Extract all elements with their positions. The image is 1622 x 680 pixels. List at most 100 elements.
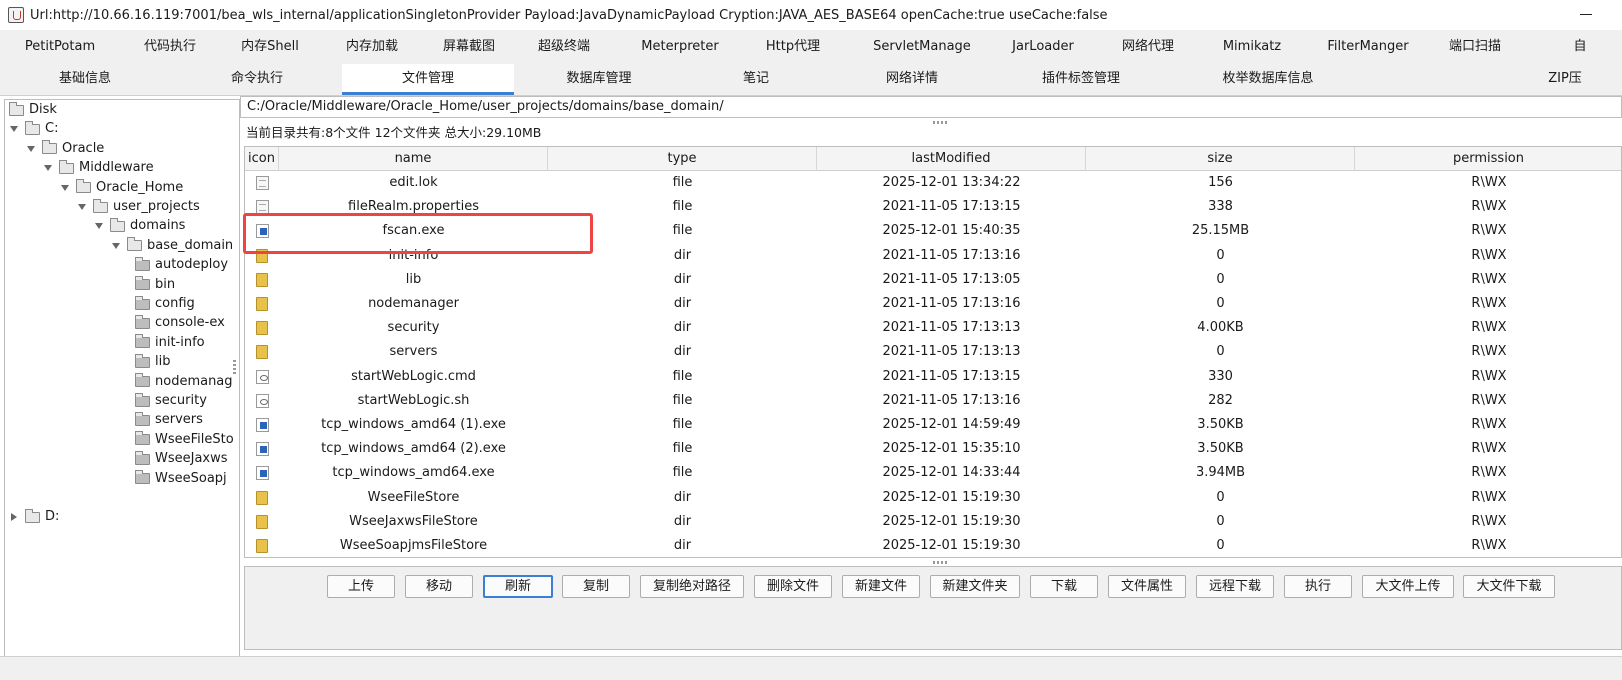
folder-icon: [135, 314, 150, 329]
cell-type: file: [672, 417, 693, 432]
cell-lastModified: 2021-11-05 17:13:15: [882, 368, 1021, 384]
action-button[interactable]: 新建文件夹: [930, 575, 1020, 598]
tree-node[interactable]: lib: [135, 352, 170, 372]
plugin-tab[interactable]: Meterpreter: [628, 30, 732, 64]
expand-toggle-icon[interactable]: [60, 183, 70, 193]
table-row[interactable]: edit.lok file 2025-12-01 13:34:22 156 R\WX: [245, 171, 1621, 195]
tree-node[interactable]: nodemanag: [135, 372, 233, 392]
column-header-icon[interactable]: icon: [245, 147, 279, 171]
tree-node[interactable]: bin: [135, 275, 175, 295]
sub-tab[interactable]: 文件管理: [342, 64, 514, 95]
expand-toggle-icon[interactable]: [43, 163, 53, 173]
cell-size: 0: [1216, 344, 1225, 360]
action-button[interactable]: 复制绝对路径: [640, 575, 744, 598]
table-row[interactable]: nodemanager dir 2021-11-05 17:13:16 0 R\WX: [245, 292, 1621, 316]
sub-tab[interactable]: 笔记: [684, 64, 828, 95]
expand-toggle-icon[interactable]: [94, 221, 104, 231]
column-header-type[interactable]: type: [548, 147, 817, 171]
action-button[interactable]: 执行: [1284, 575, 1352, 598]
table-row[interactable]: servers dir 2021-11-05 17:13:13 0 R\WX: [245, 340, 1621, 364]
action-button[interactable]: 大文件上传: [1362, 575, 1454, 598]
tree-node[interactable]: WseeJaxws: [135, 449, 228, 469]
expand-toggle-icon[interactable]: [111, 241, 121, 251]
splitter-handle-bottom[interactable]: [933, 561, 947, 564]
window-title: Url:http://10.66.16.119:7001/bea_wls_int…: [30, 7, 1108, 23]
action-button[interactable]: 远程下载: [1196, 575, 1274, 598]
tree-node[interactable]: console-ex: [135, 313, 225, 333]
action-button[interactable]: 文件属性: [1108, 575, 1186, 598]
tree-node[interactable]: WseeSoapj: [135, 469, 227, 489]
tree-node[interactable]: Oracle_Home: [60, 178, 183, 198]
action-button[interactable]: 新建文件: [842, 575, 920, 598]
sub-tab[interactable]: 插件标签管理: [996, 64, 1166, 95]
sub-tab[interactable]: 数据库管理: [514, 64, 684, 95]
sub-tab[interactable]: 网络详情: [830, 64, 994, 95]
folder-icon: [9, 101, 24, 116]
sub-tab[interactable]: 枚举数据库信息: [1168, 64, 1368, 95]
table-row[interactable]: security dir 2021-11-05 17:13:13 4.00KB R\WX: [245, 316, 1621, 340]
action-button[interactable]: 大文件下载: [1463, 575, 1555, 598]
splitter-handle-top[interactable]: [933, 121, 947, 124]
table-row[interactable]: startWebLogic.cmd file 2021-11-05 17:13:15…: [245, 365, 1621, 389]
plugin-tab[interactable]: PetitPotam: [14, 30, 106, 64]
action-button[interactable]: 上传: [327, 575, 395, 598]
table-row[interactable]: lib dir 2021-11-05 17:13:05 0 R\WX: [245, 268, 1621, 292]
action-button[interactable]: 移动: [405, 575, 473, 598]
tree-node[interactable]: Oracle: [26, 139, 104, 159]
action-button[interactable]: 刷新: [483, 575, 553, 598]
expand-toggle-icon[interactable]: [77, 202, 87, 212]
tree-node-label: autodeploy: [155, 257, 229, 273]
expand-toggle-icon[interactable]: [9, 512, 19, 522]
plugin-tab[interactable]: 内存加载: [330, 30, 414, 64]
tree-node[interactable]: config: [135, 294, 195, 314]
table-row[interactable]: tcp_windows_amd64 (1).exe file 2025-12-01 …: [245, 413, 1621, 437]
table-row[interactable]: tcp_windows_amd64 (2).exe file 2025-12-01 …: [245, 437, 1621, 461]
cell-size: 0: [1216, 271, 1225, 287]
tree-node[interactable]: Disk: [9, 100, 57, 120]
column-header-name[interactable]: name: [279, 147, 548, 171]
tree-node[interactable]: D:: [9, 507, 59, 527]
action-button[interactable]: 删除文件: [754, 575, 832, 598]
action-button[interactable]: 下载: [1030, 575, 1098, 598]
table-row[interactable]: startWebLogic.sh file 2021-11-05 17:13:16 2…: [245, 389, 1621, 413]
tree-node[interactable]: C:: [9, 119, 58, 139]
minimize-icon[interactable]: [1578, 6, 1594, 22]
plugin-tab[interactable]: Http代理: [750, 30, 836, 64]
tree-node[interactable]: WseeFileSto: [135, 430, 234, 450]
tree-node[interactable]: init-info: [135, 333, 205, 353]
expand-toggle-icon[interactable]: [26, 144, 36, 154]
table-row[interactable]: WseeJaxwsFileStore dir 2025-12-01 15:19:30…: [245, 510, 1621, 534]
plugin-tab[interactable]: 代码执行: [124, 30, 216, 64]
plugin-tab[interactable]: JarLoader: [1006, 30, 1080, 64]
sub-tab[interactable]: 命令执行: [172, 64, 342, 95]
column-header-size[interactable]: size: [1086, 147, 1355, 171]
plugin-tab[interactable]: 超级终端: [524, 30, 604, 64]
column-header-permission[interactable]: permission: [1355, 147, 1621, 171]
tree-node[interactable]: autodeploy: [135, 255, 228, 275]
plugin-tab[interactable]: Mimikatz: [1210, 30, 1294, 64]
sub-tab[interactable]: ZIP压: [1508, 64, 1622, 95]
tree-node[interactable]: servers: [135, 410, 203, 430]
plugin-tab[interactable]: 自: [1560, 30, 1600, 64]
column-header-lastModified[interactable]: lastModified: [817, 147, 1086, 171]
sub-tab[interactable]: 基础信息: [0, 64, 170, 95]
tree-node[interactable]: security: [135, 391, 207, 411]
plugin-tab[interactable]: FilterManger: [1318, 30, 1418, 64]
expand-toggle-icon[interactable]: [9, 124, 19, 134]
plugin-tab[interactable]: ServletManage: [858, 30, 986, 64]
tree-node[interactable]: domains: [94, 216, 185, 236]
table-row[interactable]: WseeFileStore dir 2025-12-01 15:19:30 0 R\WX: [245, 486, 1621, 510]
tree-node[interactable]: base_domain: [111, 236, 233, 256]
plugin-tab[interactable]: 网络代理: [1108, 30, 1188, 64]
path-input[interactable]: C:/Oracle/Middleware/Oracle_Home/user_pr…: [240, 96, 1622, 118]
plugin-tab[interactable]: 内存Shell: [226, 30, 314, 64]
directory-tree[interactable]: Disk C: Oracle Middleware Oracle_Home user_pr…: [4, 99, 240, 677]
action-button[interactable]: 复制: [562, 575, 630, 598]
plugin-tab[interactable]: 端口扫描: [1440, 30, 1510, 64]
table-row[interactable]: WseeSoapjmsFileStore dir 2025-12-01 15:19:…: [245, 534, 1621, 557]
tree-node[interactable]: user_projects: [77, 197, 200, 217]
plugin-tab[interactable]: 屏幕截图: [428, 30, 510, 64]
table-row[interactable]: tcp_windows_amd64.exe file 2025-12-01 14:3…: [245, 461, 1621, 485]
vertical-splitter-handle[interactable]: [233, 360, 236, 374]
tree-node[interactable]: Middleware: [43, 158, 154, 178]
